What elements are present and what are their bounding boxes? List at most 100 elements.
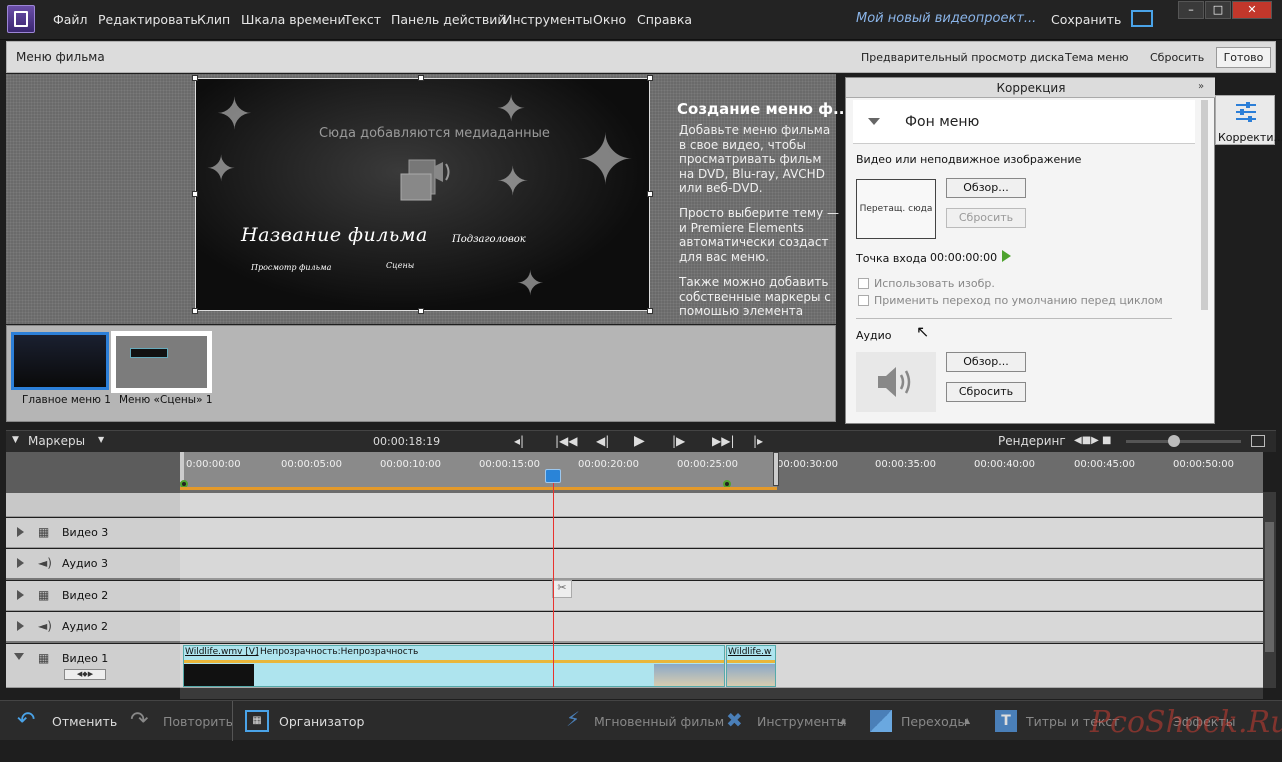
work-area-end-handle[interactable] bbox=[773, 452, 779, 486]
track-header-video2[interactable]: ▦ Видео 2 bbox=[6, 581, 180, 611]
goto-out-icon[interactable]: |▸ bbox=[753, 434, 763, 448]
resize-handle[interactable] bbox=[418, 75, 424, 81]
apply-transition-checkbox[interactable] bbox=[858, 295, 869, 306]
fit-timeline-icon[interactable]: ◀■▶ bbox=[1074, 435, 1099, 446]
playhead-line[interactable] bbox=[553, 470, 554, 687]
zoom-out-icon[interactable]: ■ bbox=[1102, 435, 1111, 446]
goto-start-icon[interactable]: |◀◀ bbox=[555, 434, 578, 448]
goto-end-icon[interactable]: ▶▶| bbox=[712, 434, 735, 448]
tools-button[interactable]: Инструменты bbox=[757, 714, 846, 729]
resize-handle[interactable] bbox=[418, 308, 424, 314]
menu-tools[interactable]: Инструменты bbox=[503, 12, 592, 27]
keyframe-nav-icon[interactable]: ◀◆▶ bbox=[64, 669, 106, 680]
expand-track-icon[interactable] bbox=[17, 621, 24, 631]
resize-handle[interactable] bbox=[647, 191, 653, 197]
track-body-audio3[interactable] bbox=[180, 549, 1263, 580]
use-image-checkbox[interactable] bbox=[858, 278, 869, 289]
collapse-panel-icon[interactable]: » bbox=[1198, 81, 1204, 92]
transitions-button[interactable]: Переходы bbox=[901, 714, 967, 729]
menu-scenes[interactable]: Сцены bbox=[386, 261, 414, 270]
timeline-horizontal-scrollbar[interactable] bbox=[180, 688, 1263, 699]
menu-subtitle[interactable]: Подзаголовок bbox=[452, 234, 526, 245]
scrollbar-thumb[interactable] bbox=[1265, 522, 1274, 652]
zoom-slider-thumb[interactable] bbox=[1168, 435, 1180, 447]
track-header-audio3[interactable]: ◄) Аудио 3 bbox=[6, 549, 180, 580]
opacity-rubberband[interactable] bbox=[727, 660, 775, 663]
goto-in-icon[interactable]: ◂| bbox=[514, 434, 524, 448]
menu-text[interactable]: Текст bbox=[344, 12, 381, 27]
side-tab-correction[interactable]: Корректи... bbox=[1215, 95, 1282, 145]
opacity-rubberband[interactable] bbox=[184, 660, 724, 663]
menu-help[interactable]: Справка bbox=[637, 12, 692, 27]
playhead-handle[interactable] bbox=[545, 469, 561, 483]
menu-play-movie[interactable]: Просмотр фильма bbox=[251, 263, 331, 272]
track-header-audio2[interactable]: ◄) Аудио 2 bbox=[6, 612, 180, 643]
work-area-bar[interactable] bbox=[180, 487, 777, 490]
menu-theme-button[interactable]: Тема меню bbox=[1065, 51, 1129, 64]
close-window-button[interactable]: ✕ bbox=[1232, 1, 1272, 19]
menu-thumbnail-scenes[interactable] bbox=[111, 331, 212, 393]
titles-icon[interactable]: T bbox=[995, 710, 1017, 732]
collapse-section-icon[interactable] bbox=[868, 118, 880, 125]
minimize-button[interactable]: – bbox=[1178, 1, 1204, 19]
audio-reset-button[interactable]: Сбросить bbox=[946, 382, 1026, 402]
audio-drop-zone[interactable] bbox=[856, 352, 936, 412]
video-clip[interactable]: Wildlife.wmv [V] Непрозрачность:Непрозра… bbox=[183, 645, 725, 687]
resize-handle[interactable] bbox=[192, 191, 198, 197]
collapse-track-icon[interactable] bbox=[14, 653, 24, 660]
track-header-video1[interactable]: ▦ Видео 1 ◀◆▶ bbox=[6, 644, 180, 688]
menu-timeline[interactable]: Шкала времени bbox=[241, 12, 346, 27]
lightning-icon[interactable]: ⚡ bbox=[566, 707, 580, 731]
resize-handle[interactable] bbox=[647, 308, 653, 314]
zoom-slider[interactable] bbox=[1126, 440, 1241, 443]
menu-movie-title[interactable]: Название фильма bbox=[241, 224, 428, 246]
clip-effect[interactable]: Непрозрачность:Непрозрачность bbox=[260, 647, 418, 657]
expand-track-icon[interactable] bbox=[17, 527, 24, 537]
organizer-icon[interactable]: ▦ bbox=[245, 710, 269, 732]
expand-track-icon[interactable] bbox=[17, 590, 24, 600]
menu-background-section[interactable]: Фон меню bbox=[853, 100, 1195, 144]
menu-edit[interactable]: Редактировать bbox=[98, 12, 198, 27]
markers-collapse-icon[interactable]: ▼ bbox=[12, 435, 19, 445]
play-icon[interactable]: ▶ bbox=[634, 433, 645, 449]
resize-handle[interactable] bbox=[192, 75, 198, 81]
audio-browse-button[interactable]: Обзор... bbox=[946, 352, 1026, 372]
track-body-video2[interactable] bbox=[180, 581, 1263, 611]
play-in-point-icon[interactable] bbox=[1002, 250, 1011, 262]
menu-file[interactable]: Файл bbox=[53, 12, 88, 27]
transitions-dropdown-icon[interactable]: ▲ bbox=[964, 716, 970, 725]
step-back-icon[interactable]: ◀| bbox=[596, 434, 609, 448]
scissors-icon[interactable]: ✂ bbox=[552, 580, 572, 598]
timeline-vertical-scrollbar[interactable] bbox=[1263, 492, 1276, 688]
organizer-button[interactable]: Организатор bbox=[279, 714, 364, 729]
in-point-value[interactable]: 00:00:00:00 bbox=[930, 251, 997, 264]
transitions-icon[interactable] bbox=[870, 710, 892, 732]
menu-thumbnail-main[interactable] bbox=[11, 332, 109, 390]
instant-movie-button[interactable]: Мгновенный фильм bbox=[594, 714, 724, 729]
menu-action-bar[interactable]: Панель действий bbox=[391, 12, 505, 27]
expand-track-icon[interactable] bbox=[17, 558, 24, 568]
done-button[interactable]: Готово bbox=[1216, 47, 1271, 68]
reset-menu-button[interactable]: Сбросить bbox=[1150, 51, 1204, 64]
time-ruler[interactable]: 0:00:00:00 00:00:05:00 00:00:10:00 00:00… bbox=[180, 452, 1263, 493]
menu-window[interactable]: Окно bbox=[593, 12, 626, 27]
fullscreen-icon[interactable] bbox=[1131, 10, 1153, 27]
resize-handle[interactable] bbox=[647, 75, 653, 81]
markers-dropdown-icon[interactable]: ▼ bbox=[98, 435, 104, 444]
work-area-start-handle[interactable] bbox=[180, 452, 184, 482]
video-clip[interactable]: Wildlife.w bbox=[726, 645, 776, 687]
render-button[interactable]: Рендеринг bbox=[998, 434, 1066, 448]
timecode-display[interactable]: 00:00:18:19 bbox=[373, 435, 440, 448]
redo-icon[interactable]: ↷ bbox=[130, 708, 148, 733]
video-reset-button[interactable]: Сбросить bbox=[946, 208, 1026, 228]
undo-button[interactable]: Отменить bbox=[52, 714, 117, 729]
track-header-video3[interactable]: ▦ Видео 3 bbox=[6, 518, 180, 548]
menu-clip[interactable]: Клип bbox=[197, 12, 230, 27]
preview-disc-button[interactable]: Предварительный просмотр диска bbox=[861, 51, 1064, 64]
zoom-in-icon[interactable] bbox=[1251, 435, 1265, 447]
undo-icon[interactable]: ↶ bbox=[17, 708, 35, 733]
track-body-video3[interactable] bbox=[180, 518, 1263, 548]
video-browse-button[interactable]: Обзор... bbox=[946, 178, 1026, 198]
panel-scrollbar[interactable] bbox=[1201, 100, 1208, 310]
menu-preview-image[interactable]: ✦ ✦ ✦ ✦ ✦ ✦ Сюда добавляются медиаданные… bbox=[195, 78, 650, 311]
